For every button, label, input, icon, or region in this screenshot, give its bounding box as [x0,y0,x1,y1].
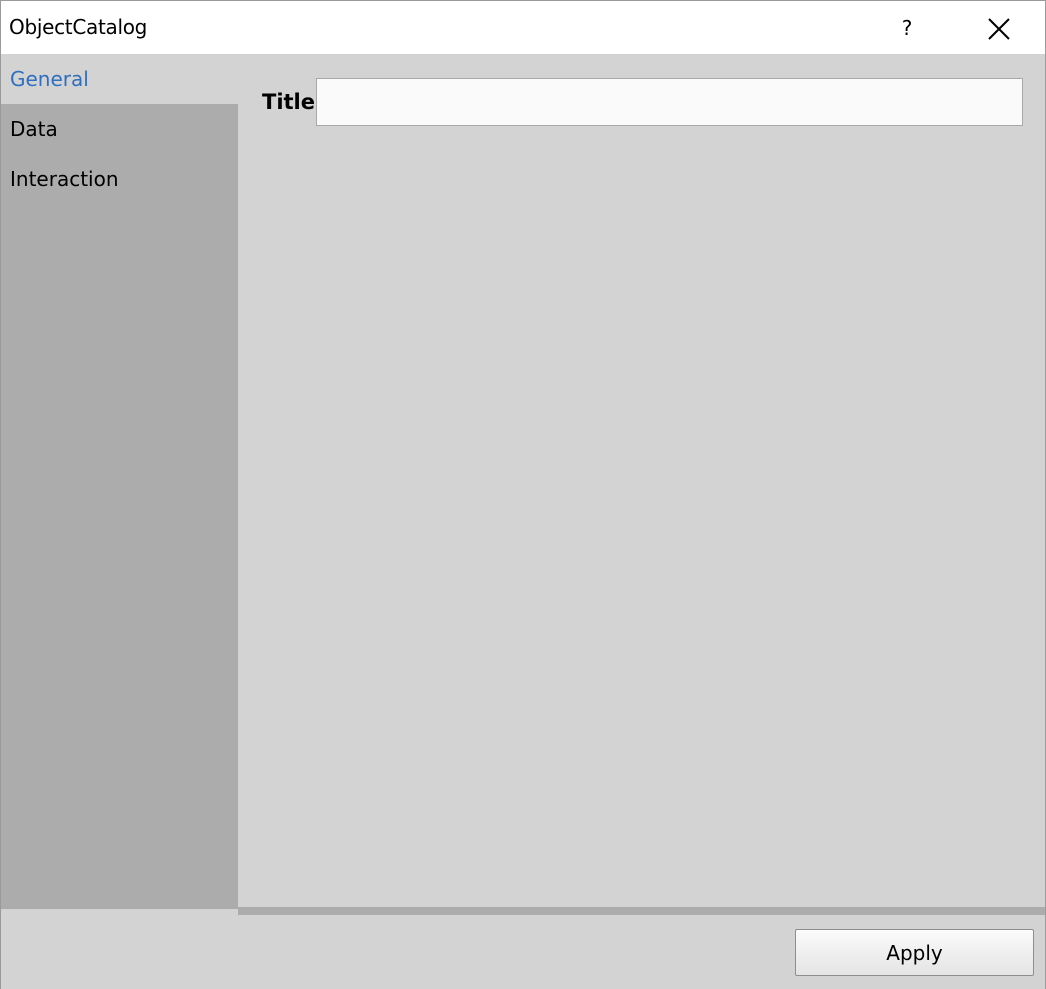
object-catalog-dialog: ObjectCatalog ? General Data Interaction… [0,0,1046,989]
general-panel: Title [238,54,1045,909]
title-bar: ObjectCatalog ? [1,1,1045,54]
sidebar-item-data[interactable]: Data [1,104,238,154]
sidebar-item-interaction[interactable]: Interaction [1,154,238,204]
close-icon [988,18,1010,40]
dialog-footer: Apply [1,915,1045,989]
help-button[interactable]: ? [887,9,927,47]
window-title: ObjectCatalog [9,15,148,39]
sidebar-item-general[interactable]: General [1,54,238,104]
title-field[interactable] [316,78,1023,126]
content-divider [238,907,1045,915]
close-button[interactable] [977,9,1019,47]
apply-button[interactable]: Apply [795,929,1034,976]
title-field-label: Title [262,90,316,114]
sidebar: General Data Interaction [1,54,238,909]
